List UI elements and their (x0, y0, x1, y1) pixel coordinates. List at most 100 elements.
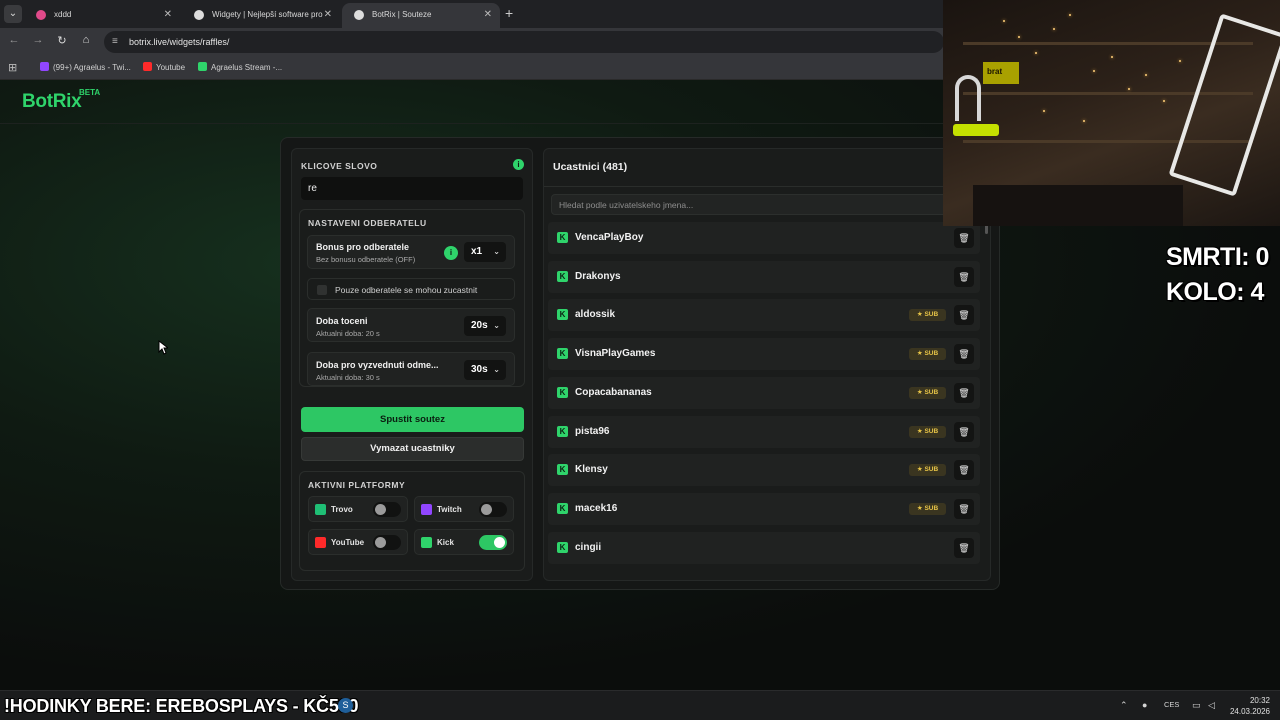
delete-participant-icon[interactable]: 🗑 (954, 460, 974, 481)
participant-row: K Copacabananas ★ SUB 🗑 (548, 376, 980, 409)
platform-trovo: Trovo (308, 496, 408, 522)
home-icon[interactable]: ⌂ (78, 34, 94, 46)
spin-time-subtitle: Aktualni doba: 20 s (316, 329, 380, 338)
chair (1168, 13, 1280, 197)
clear-participants-button[interactable]: Vymazat ucastniky (301, 437, 524, 461)
bookmark-youtube[interactable]: Youtube (143, 62, 185, 72)
spin-time-dropdown[interactable]: 20s ⌄ (464, 316, 506, 336)
claim-time-dropdown[interactable]: 30s ⌄ (464, 360, 506, 380)
delete-participant-icon[interactable]: 🗑 (954, 421, 974, 442)
delete-participant-icon[interactable]: 🗑 (954, 305, 974, 326)
sub-badge-label: SUB (924, 427, 939, 435)
sub-badge-label: SUB (924, 466, 939, 474)
delete-participant-icon[interactable]: 🗑 (954, 344, 974, 365)
fairy-light (1179, 60, 1181, 62)
show-hidden-icons-icon[interactable]: ⌃ (1120, 700, 1128, 711)
participants-scrollbar[interactable] (984, 222, 989, 577)
participant-search-input[interactable]: Hledat podle uzivatelskeho jmena... (551, 194, 983, 215)
twitch-toggle[interactable] (479, 502, 507, 517)
spin-time-value: 20s (471, 320, 488, 331)
fairy-light (1035, 52, 1037, 54)
deaths-counter: SMRTI: 0 (1166, 243, 1269, 271)
delete-participant-icon[interactable]: 🗑 (954, 382, 974, 403)
system-clock[interactable]: 20:32 24.03.2026 (1228, 695, 1270, 717)
spin-time-title: Doba toceni (316, 316, 368, 326)
stream-ticker: !HODINKY BERE: EREBOSPLAYS - KČ500 (4, 696, 359, 716)
tab-favicon (36, 10, 46, 20)
delete-participant-icon[interactable]: 🗑 (954, 266, 974, 287)
kick-icon: K (557, 232, 568, 243)
tab-widgety[interactable]: Widgety | Nejlepší software pro ✕ (182, 3, 340, 28)
participant-row: Kmacek16 ★ SUB 🗑 (548, 492, 980, 525)
platform-twitch: Twitch (414, 496, 514, 522)
bookmark-kick[interactable]: Agraelus Stream -... (198, 62, 282, 72)
sub-badge: ★ SUB (909, 348, 946, 361)
participant-name: pista96 (575, 425, 610, 437)
steam-icon[interactable]: S (338, 698, 353, 713)
bonus-subtitle: Bez bonusu odberatele (OFF) (316, 255, 416, 264)
twitch-icon (421, 504, 432, 515)
fairy-light (1163, 100, 1165, 102)
delete-participant-icon[interactable]: 🗑 (954, 537, 974, 558)
youtube-toggle[interactable] (373, 535, 401, 550)
sub-badge: ★ SUB (909, 386, 946, 399)
site-info-icon[interactable]: ≡ (112, 36, 118, 47)
close-tab-icon[interactable]: ✕ (324, 9, 332, 20)
claim-time-value: 30s (471, 364, 488, 375)
microphone-icon[interactable]: ● (1142, 700, 1147, 710)
keyword-input[interactable]: re (301, 177, 523, 200)
subs-only-row[interactable]: Pouze odberatele se mohou zucastnit (307, 278, 515, 300)
subs-only-checkbox[interactable] (317, 285, 327, 295)
spin-time-row: Doba toceni Aktualni doba: 20 s 20s ⌄ (307, 308, 515, 342)
language-indicator[interactable]: CES (1164, 700, 1179, 709)
network-icon[interactable]: ▭ (1192, 700, 1201, 711)
close-tab-icon[interactable]: ✕ (484, 9, 492, 20)
tab-search-button[interactable]: ⌄ (4, 5, 22, 23)
reload-icon[interactable]: ↻ (54, 34, 70, 47)
fairy-light (1093, 70, 1095, 72)
bonus-row: Bonus pro odberatele Bez bonusu odberate… (307, 235, 515, 269)
twitch-icon (40, 62, 49, 71)
delete-participant-icon[interactable]: 🗑 (954, 228, 974, 248)
forward-icon[interactable]: → (30, 34, 46, 46)
lamp (955, 75, 981, 121)
shelf (963, 42, 1253, 45)
start-raffle-button[interactable]: Spustit soutez (301, 407, 524, 432)
back-icon[interactable]: ← (6, 34, 22, 46)
url-input[interactable]: ≡ botrix.live/widgets/raffles/ (104, 31, 944, 53)
participant-name: macek16 (575, 502, 618, 514)
tab-favicon (354, 10, 364, 20)
botrix-logo[interactable]: BotRix (22, 91, 82, 113)
tab-botrix-souteze[interactable]: BotRix | Souteze ✕ (342, 3, 500, 28)
trovo-toggle[interactable] (373, 502, 401, 517)
youtube-icon (143, 62, 152, 71)
volume-icon[interactable]: ◁ (1208, 700, 1215, 711)
bookmark-twitch[interactable]: (99+) Agraelus - Twi... (40, 62, 131, 72)
trovo-icon (315, 504, 326, 515)
participant-row: K VencaPlayBoy 🗑 (548, 222, 980, 254)
participant-row: Kpista96 ★ SUB 🗑 (548, 415, 980, 448)
info-icon[interactable]: i (513, 159, 524, 170)
apps-grid-icon[interactable]: ⊞ (8, 61, 17, 74)
bookmark-label: (99+) Agraelus - Twi... (53, 63, 131, 72)
platforms-title: AKTIVNI PLATFORMY (308, 480, 406, 490)
sub-badge-label: SUB (924, 311, 939, 319)
participant-row: K Klensy ★ SUB 🗑 (548, 454, 980, 487)
bonus-info-icon[interactable]: i (444, 246, 458, 260)
kick-toggle[interactable] (479, 535, 507, 550)
toggle-knob (375, 537, 386, 548)
delete-participant-icon[interactable]: 🗑 (954, 498, 974, 519)
platform-label: YouTube (331, 538, 365, 547)
tab-favicon (194, 10, 204, 20)
participants-list: K VencaPlayBoy 🗑 K Drakonys 🗑 Kaldossik ★ SUB 🗑 K… (544, 222, 990, 580)
new-tab-icon[interactable]: + (505, 5, 513, 21)
sub-badge-label: SUB (924, 504, 939, 512)
round-counter: KOLO: 4 (1166, 278, 1264, 306)
taskbar: !HODINKY BERE: EREBOSPLAYS - KČ500 S ⌃ ●… (0, 690, 1280, 720)
tab-xddd[interactable]: xddd ✕ (24, 3, 180, 28)
bonus-dropdown[interactable]: x1 ⌄ (464, 242, 506, 262)
participant-name: Drakonys (575, 270, 621, 282)
beta-badge: BETA (79, 88, 101, 97)
close-tab-icon[interactable]: ✕ (164, 9, 172, 20)
subscriber-settings-box: NASTAVENI ODBERATELU Bonus pro odberatel… (299, 209, 525, 387)
